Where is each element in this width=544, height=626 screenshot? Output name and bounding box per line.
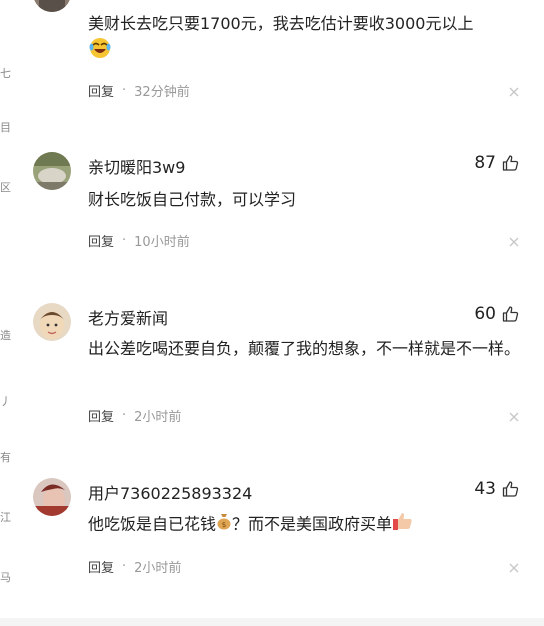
comment-time: 10小时前 xyxy=(134,235,190,250)
comment-time: 2小时前 xyxy=(134,410,182,425)
like-button[interactable]: 43 xyxy=(474,479,520,499)
comment-item-1: 美财长去吃只要1700元，我去吃估计要收3000元以上 回复 · 32分钟前 xyxy=(0,0,544,120)
comment-text: 出公差吃喝还要自负，颠覆了我的想象，不一样就是不一样。 xyxy=(88,339,521,358)
comment-meta: 回复 · 32分钟前 xyxy=(88,81,190,100)
thumbs-up-icon xyxy=(502,481,519,497)
bottom-divider xyxy=(0,618,544,626)
avatar[interactable] xyxy=(33,478,71,516)
avatar[interactable] xyxy=(33,152,71,190)
separator: · xyxy=(122,559,127,574)
comment-time: 2小时前 xyxy=(134,561,182,576)
close-icon[interactable] xyxy=(508,411,520,423)
reply-button[interactable]: 回复 xyxy=(88,81,114,100)
separator: · xyxy=(122,83,127,98)
like-count: 43 xyxy=(474,479,496,499)
like-button[interactable]: 87 xyxy=(474,153,520,173)
comment-meta: 回复 · 2小时前 xyxy=(88,406,181,425)
close-icon[interactable] xyxy=(508,236,520,248)
separator: · xyxy=(122,233,127,248)
comment-text: 财长吃饭自己付款，可以学习 xyxy=(88,190,297,209)
avatar[interactable] xyxy=(33,303,71,341)
comment-item-2: 亲切暖阳3w9 87 财长吃饭自己付款，可以学习 回复 · 10小时前 xyxy=(0,120,544,275)
reply-button[interactable]: 回复 xyxy=(88,231,114,250)
avatar[interactable] xyxy=(33,0,71,12)
comment-meta: 回复 · 10小时前 xyxy=(88,231,190,250)
like-button[interactable]: 60 xyxy=(474,304,520,324)
comment-text: 他吃饭是自已花钱 $ ？而不是美国政府买单 xyxy=(88,511,528,539)
like-count: 60 xyxy=(474,304,496,324)
comment-item-4: 用户7360225893324 43 他吃饭是自已花钱 $ ？而不是美国政府买单… xyxy=(0,450,544,620)
thumbs-up-emoji xyxy=(392,511,414,539)
close-icon[interactable] xyxy=(508,86,520,98)
comment-item-3: 老方爱新闻 60 出公差吃喝还要自负，颠覆了我的想象，不一样就是不一样。 回复 … xyxy=(0,275,544,450)
comment-meta: 回复 · 2小时前 xyxy=(88,557,181,576)
thumbs-up-icon xyxy=(502,155,519,171)
close-icon[interactable] xyxy=(508,562,520,574)
like-count: 87 xyxy=(474,153,496,173)
laughing-crying-emoji xyxy=(88,37,112,67)
comment-text: 美财长去吃只要1700元，我去吃估计要收3000元以上 xyxy=(88,11,528,67)
author-name[interactable]: 亲切暖阳3w9 xyxy=(88,154,185,178)
separator: · xyxy=(122,408,127,423)
svg-text:$: $ xyxy=(222,521,226,529)
reply-button[interactable]: 回复 xyxy=(88,557,114,576)
reply-button[interactable]: 回复 xyxy=(88,406,114,425)
comment-time: 32分钟前 xyxy=(134,85,190,100)
author-name[interactable]: 老方爱新闻 xyxy=(88,305,168,329)
author-name[interactable]: 用户7360225893324 xyxy=(88,480,252,504)
thumbs-up-icon xyxy=(502,306,519,322)
money-bag-emoji: $ xyxy=(216,512,232,538)
